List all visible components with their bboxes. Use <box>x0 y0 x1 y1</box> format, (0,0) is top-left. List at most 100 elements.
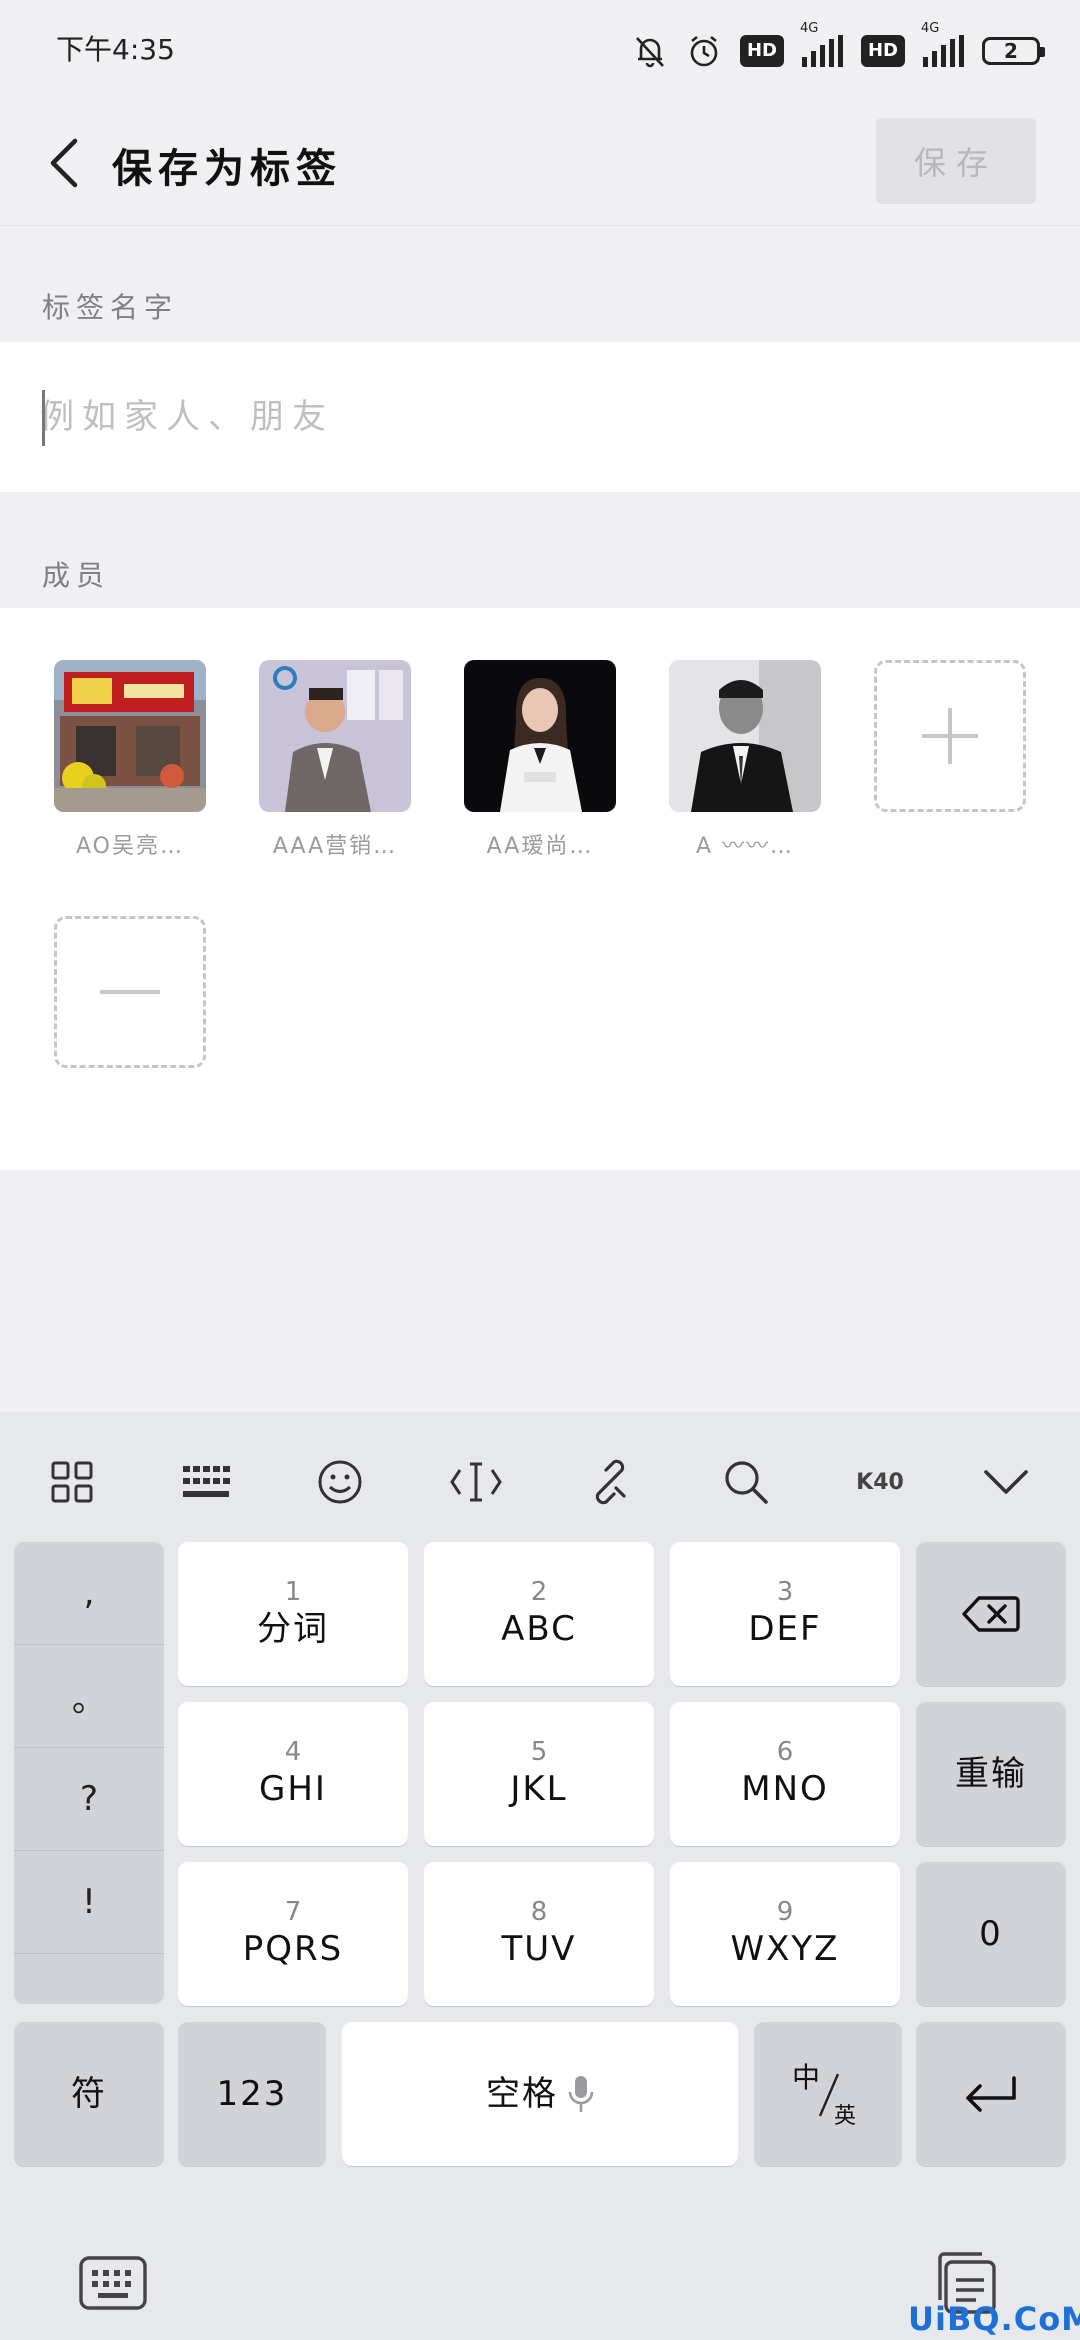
apps-grid-icon[interactable] <box>40 1450 104 1514</box>
label-name-panel <box>0 342 1080 492</box>
watermark: UiBQ.CoM <box>908 2300 1080 2338</box>
save-button[interactable]: 保存 <box>876 118 1036 204</box>
input-method-keyboard: K40 , 。 ? ! 1 分词 2 ABC 3 DEF 4 GHI 5 JKL… <box>0 1412 1080 2340</box>
battery-icon: 2 <box>982 37 1045 65</box>
remove-member-button[interactable] <box>54 916 206 1068</box>
back-button[interactable] <box>30 128 100 198</box>
k40-label: K40 <box>856 1469 904 1495</box>
keyboard-toolbar: K40 <box>0 1412 1080 1542</box>
key-number: 4 <box>284 1737 302 1767</box>
cursor-edit-icon[interactable] <box>444 1450 508 1514</box>
member-avatar <box>464 660 616 812</box>
key-number: 1 <box>284 1577 302 1607</box>
key-number: 2 <box>530 1577 548 1607</box>
minus-icon <box>100 990 160 994</box>
keyboard-icon <box>79 2256 147 2310</box>
key-6[interactable]: 6 MNO <box>670 1702 900 1846</box>
member-name: AAA营销… <box>272 834 398 859</box>
switch-keyboard-button[interactable] <box>78 2252 148 2314</box>
text-cursor <box>42 390 45 446</box>
enter-icon <box>966 2076 1016 2112</box>
member-name: AO吴亮… <box>76 834 184 859</box>
language-switch-label: 中 英 <box>788 2054 868 2134</box>
enter-key[interactable] <box>916 2022 1066 2166</box>
member-item[interactable]: AAA营销… <box>259 660 411 860</box>
backspace-key[interactable] <box>916 1542 1066 1686</box>
punctuation-list: , 。 ? ! <box>14 1542 164 2004</box>
emoji-icon[interactable] <box>308 1450 372 1514</box>
members-panel: AO吴亮… AAA营销… AA瑷尚… A 〰〰… <box>0 608 1080 1170</box>
key-label: JKL <box>510 1769 568 1809</box>
key-number: 8 <box>530 1897 548 1927</box>
key-label: 符 <box>71 2074 107 2114</box>
punct-comma-key[interactable]: , <box>14 1542 164 1645</box>
language-switch-key[interactable]: 中 英 <box>754 2022 902 2166</box>
key-label: PQRS <box>242 1929 344 1969</box>
key-7[interactable]: 7 PQRS <box>178 1862 408 2006</box>
key-number: 6 <box>776 1737 794 1767</box>
plus-icon <box>922 708 978 764</box>
key-9[interactable]: 9 WXYZ <box>670 1862 900 2006</box>
k40-ad-icon[interactable]: K40 <box>840 1450 920 1514</box>
search-icon[interactable] <box>714 1450 778 1514</box>
status-bar: 下午4:35 HD 4G HD 4G 2 <box>0 0 1080 100</box>
page-title: 保存为标签 <box>112 146 342 192</box>
status-time: 下午4:35 <box>56 33 175 66</box>
reenter-key[interactable]: 重输 <box>916 1702 1066 1846</box>
key-number: 7 <box>284 1897 302 1927</box>
key-4[interactable]: 4 GHI <box>178 1702 408 1846</box>
microphone-icon <box>568 2076 594 2112</box>
collapse-keyboard-icon[interactable] <box>974 1450 1038 1514</box>
backspace-icon <box>962 1596 1020 1632</box>
number-switch-key[interactable]: 123 <box>178 2022 326 2166</box>
key-label: ABC <box>501 1609 577 1649</box>
punct-question-key[interactable]: ? <box>14 1748 164 1851</box>
key-label: 空格 <box>486 2074 558 2114</box>
signal-icon: 4G <box>800 21 843 67</box>
key-0[interactable]: 0 <box>916 1862 1066 2006</box>
key-number: 3 <box>776 1577 794 1607</box>
key-2[interactable]: 2 ABC <box>424 1542 654 1686</box>
key-label: 0 <box>979 1914 1003 1954</box>
key-number: 9 <box>776 1897 794 1927</box>
member-item[interactable]: AA瑷尚… <box>464 660 616 860</box>
label-name-section-title: 标签名字 <box>42 291 179 324</box>
status-icons: HD 4G HD 4G 2 <box>632 21 1045 74</box>
label-name-input[interactable] <box>40 386 1040 448</box>
mute-bell-icon <box>636 37 664 68</box>
member-item[interactable]: AO吴亮… <box>54 660 206 860</box>
punct-period-key[interactable]: 。 <box>14 1645 164 1748</box>
add-member-button[interactable] <box>874 660 1026 812</box>
symbol-key[interactable]: 符 <box>14 2022 164 2166</box>
signal-icon: 4G <box>921 21 964 67</box>
space-key[interactable]: 空格 <box>342 2022 738 2166</box>
punct-exclaim-key[interactable]: ! <box>14 1851 164 1954</box>
key-label: 分词 <box>257 1609 329 1649</box>
app-header: 保存为标签 保存 <box>0 100 1080 226</box>
key-label: TUV <box>501 1929 577 1969</box>
members-section-title: 成员 <box>42 559 111 592</box>
key-label: MNO <box>741 1769 829 1809</box>
member-name: A 〰〰… <box>695 834 795 859</box>
key-number: 5 <box>530 1737 548 1767</box>
alarm-icon <box>690 35 718 67</box>
member-avatar <box>259 660 411 812</box>
hd-badge: HD <box>739 35 784 67</box>
key-label: WXYZ <box>730 1929 840 1969</box>
member-avatar <box>54 660 206 812</box>
link-clipboard-icon[interactable] <box>578 1450 642 1514</box>
keyboard-layout-icon[interactable] <box>174 1450 238 1514</box>
lang-en-label: 英 <box>834 2104 857 2129</box>
back-arrow-icon <box>50 138 78 188</box>
key-1[interactable]: 1 分词 <box>178 1542 408 1686</box>
member-item[interactable]: A 〰〰… <box>669 660 821 860</box>
network-type: 4G <box>921 21 940 36</box>
network-type: 4G <box>799 21 819 36</box>
hd-badge: HD <box>860 35 905 67</box>
member-name: AA瑷尚… <box>486 834 594 859</box>
keyboard-nav-row: UiBQ.CoM <box>0 2232 1080 2340</box>
key-8[interactable]: 8 TUV <box>424 1862 654 2006</box>
key-3[interactable]: 3 DEF <box>670 1542 900 1686</box>
key-label: 重输 <box>955 1754 1027 1794</box>
key-5[interactable]: 5 JKL <box>424 1702 654 1846</box>
